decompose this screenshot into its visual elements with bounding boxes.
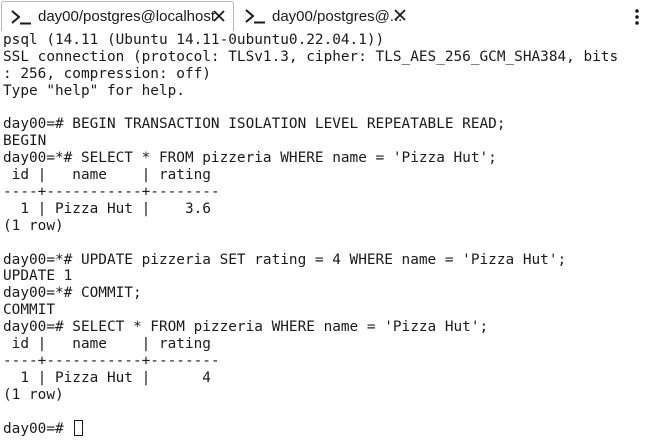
terminal-line: day00=*# UPDATE pizzeria SET rating = 4 … <box>3 251 567 268</box>
prompt-line[interactable]: day00=# <box>3 420 660 437</box>
more-vert-icon[interactable] <box>627 6 647 28</box>
terminal-line: id | name | rating <box>3 336 211 353</box>
tab-label: day00/postgres@localhost <box>38 8 215 25</box>
terminal-line: day00=# SELECT * FROM pizzeria WHERE nam… <box>3 319 489 336</box>
prompt-text: day00=# <box>3 421 73 438</box>
terminal-line: ----+-----------+-------- <box>3 184 220 201</box>
terminal-line: day00=# BEGIN TRANSACTION ISOLATION LEVE… <box>3 116 506 133</box>
terminal-line: 1 | Pizza Hut | 3.6 <box>3 200 211 217</box>
terminal-line: SSL connection (protocol: TLSv1.3, ciphe… <box>3 48 619 65</box>
terminal-line: 1 | Pizza Hut | 4 <box>3 369 211 386</box>
terminal-line: day00=*# COMMIT; <box>3 285 142 302</box>
tab-bar: day00/postgres@localhost day00/postgres@… <box>0 0 660 34</box>
terminal-line: psql (14.11 (Ubuntu 14.11-0ubuntu0.22.04… <box>3 32 385 48</box>
terminal-window: day00/postgres@localhost day00/postgres@… <box>0 0 660 446</box>
text-cursor-icon <box>74 420 84 437</box>
terminal-icon <box>245 9 265 24</box>
terminal-line: (1 row) <box>3 386 64 403</box>
close-icon[interactable] <box>392 7 408 23</box>
tab-day00-second[interactable]: day00/postgres@... <box>236 1 412 31</box>
terminal-line: (1 row) <box>3 217 64 234</box>
terminal-line: UPDATE 1 <box>3 268 73 285</box>
terminal-line: BEGIN <box>3 133 47 150</box>
tab-label: day00/postgres@... <box>272 7 403 25</box>
terminal-line: COMMIT <box>3 302 55 319</box>
terminal-line: ----+-----------+-------- <box>3 352 220 369</box>
terminal-line: day00=*# SELECT * FROM pizzeria WHERE na… <box>3 150 497 167</box>
terminal-line: : 256, compression: off) <box>3 65 211 82</box>
close-icon[interactable] <box>211 8 227 24</box>
terminal-line: id | name | rating <box>3 167 211 184</box>
terminal-icon <box>11 9 31 24</box>
terminal-line: Type "help" for help. <box>3 82 185 99</box>
terminal-output[interactable]: psql (14.11 (Ubuntu 14.11-0ubuntu0.22.04… <box>3 32 660 446</box>
tab-day00-localhost[interactable]: day00/postgres@localhost <box>1 1 234 31</box>
